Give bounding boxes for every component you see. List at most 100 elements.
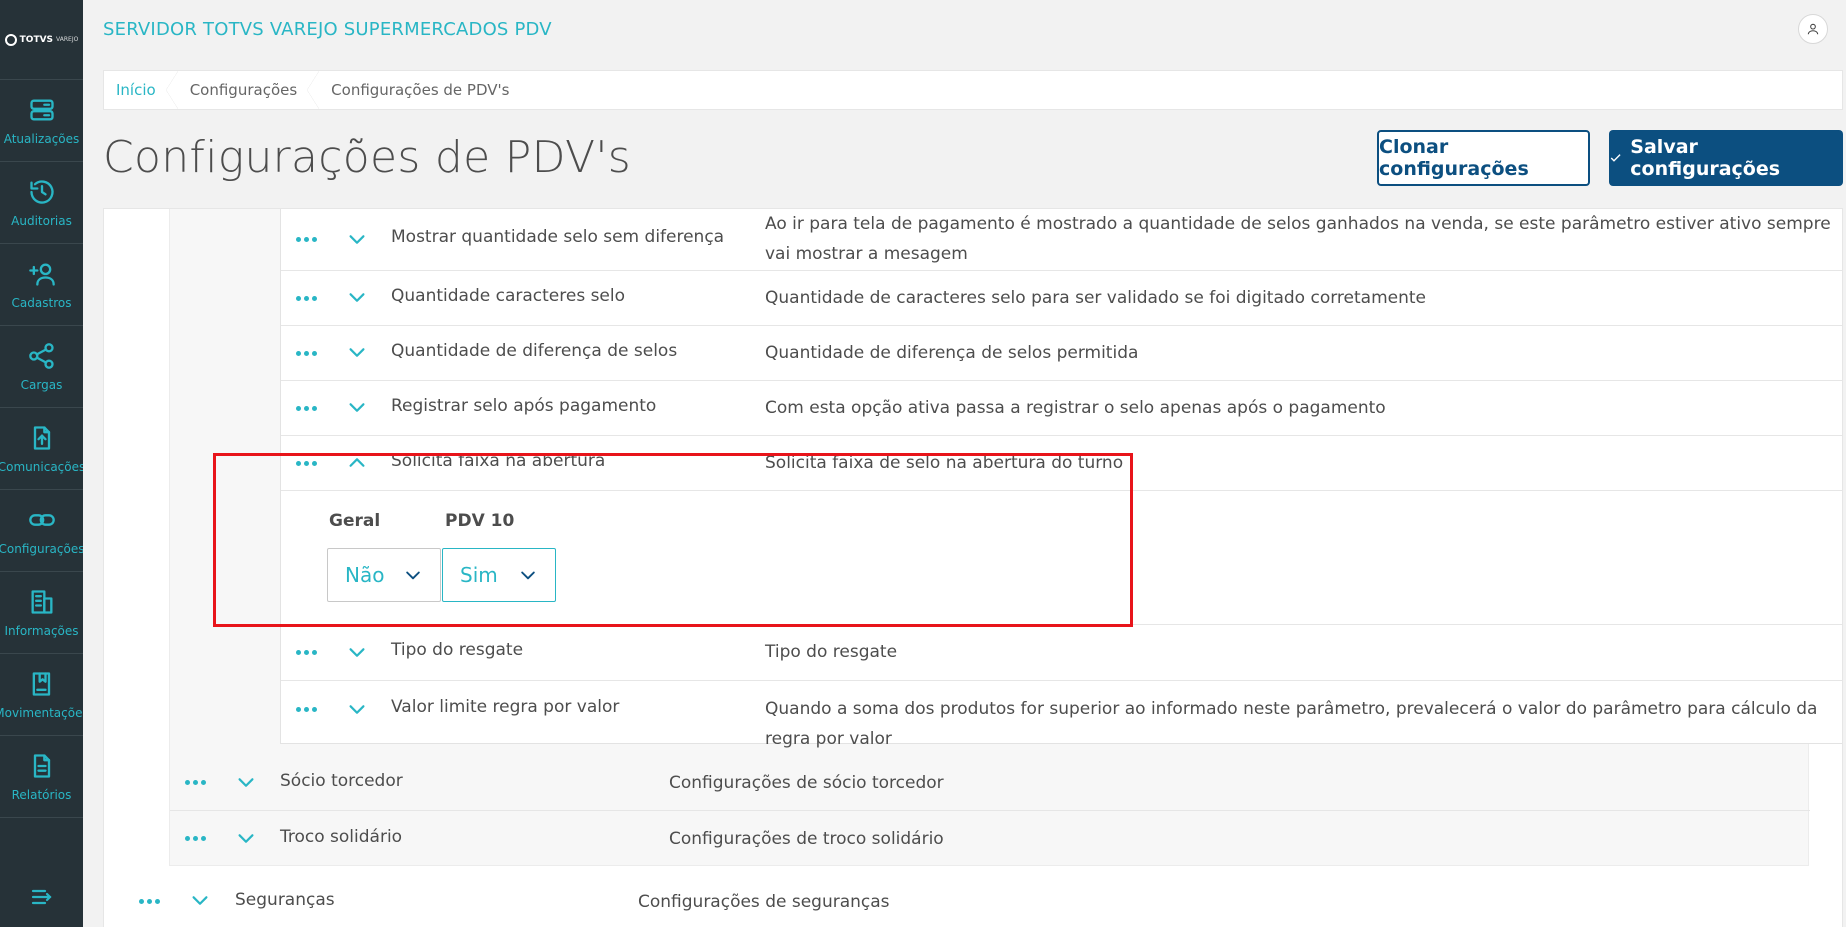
user-icon	[1807, 23, 1819, 35]
save-config-label: Salvar configurações	[1630, 136, 1781, 180]
user-profile-button[interactable]	[1798, 14, 1828, 44]
chevron-down-icon	[349, 234, 365, 244]
sidebar-item-label: Cadastros	[11, 295, 72, 310]
sidebar-item-label: Relatórios	[11, 787, 72, 802]
sidebar: TOTVS VAREJO Atualizações Auditorias Cad…	[0, 0, 83, 927]
chevron-down-icon	[349, 704, 365, 714]
expand-chevron-button[interactable]	[235, 772, 257, 794]
row-menu-button[interactable]	[185, 836, 209, 841]
param-description: Quantidade de caracteres selo para ser v…	[765, 288, 1426, 308]
row-menu-button[interactable]	[139, 898, 163, 904]
history-icon	[29, 179, 54, 204]
param-name: Registrar selo após pagamento	[391, 396, 657, 416]
sidebar-item-movimentacoes[interactable]: Movimentações	[0, 654, 83, 736]
collapse-menu-button[interactable]	[0, 867, 83, 927]
sidebar-item-label: Configurações	[0, 541, 83, 556]
group-row-troco-solidario: Troco solidário Configurações de troco s…	[170, 811, 1810, 866]
geral-label: Geral	[329, 511, 381, 531]
check-icon	[1610, 154, 1621, 162]
pdv-label: PDV 10	[445, 511, 515, 531]
expand-chevron-button[interactable]	[346, 699, 368, 721]
param-name: Solicita faixa na abertura	[391, 451, 606, 471]
expand-chevron-button[interactable]	[189, 890, 211, 912]
logo-icon	[4, 33, 17, 46]
book-icon	[32, 671, 50, 696]
table-row: Valor limite regra por valor Quando a so…	[281, 681, 1842, 749]
expand-chevron-button[interactable]	[346, 342, 368, 364]
sidebar-item-label: Comunicações	[0, 459, 83, 474]
sidebar-item-auditorias[interactable]: Auditorias	[0, 162, 83, 244]
breadcrumb-current: Configurações de PDV's	[331, 81, 510, 99]
share-icon	[28, 342, 54, 369]
expand-chevron-button[interactable]	[235, 828, 257, 850]
expand-chevron-button[interactable]	[346, 397, 368, 419]
param-name: Valor limite regra por valor	[391, 697, 620, 717]
expand-chevron-button[interactable]	[346, 642, 368, 664]
group-level-2: Mostrar quantidade selo sem diferença Ao…	[169, 209, 1842, 866]
sidebar-item-informacoes[interactable]: Informações	[0, 572, 83, 654]
row-menu-button[interactable]	[296, 650, 320, 655]
group-description: Configurações de seguranças	[638, 892, 890, 912]
building-icon	[31, 589, 52, 614]
chevron-up-icon	[349, 458, 365, 467]
param-name: Tipo do resgate	[391, 640, 524, 660]
sidebar-item-label: Movimentações	[0, 705, 83, 720]
pdv-value-select[interactable]: Sim	[442, 548, 556, 602]
upload-file-icon	[33, 425, 50, 450]
expand-chevron-button[interactable]	[346, 229, 368, 251]
chevron-down-icon	[406, 571, 420, 580]
row-menu-button[interactable]	[296, 405, 320, 411]
save-config-button[interactable]: Salvar configurações	[1609, 130, 1843, 186]
breadcrumb: Início Configurações Configurações de PD…	[103, 70, 1843, 110]
row-menu-button[interactable]	[296, 460, 320, 466]
group-description: Configurações de troco solidário	[669, 829, 944, 849]
param-name: Quantidade caracteres selo	[391, 286, 626, 306]
row-menu-button[interactable]	[296, 707, 320, 712]
sidebar-item-comunicacoes[interactable]: Comunicações	[0, 408, 83, 490]
group-row-segurancas: Seguranças Configurações de seguranças	[104, 874, 1842, 927]
row-menu-button[interactable]	[185, 780, 209, 785]
sidebar-item-label: Auditorias	[11, 213, 72, 228]
clone-config-button[interactable]: Clonar configurações	[1377, 130, 1590, 186]
group-name: Sócio torcedor	[280, 771, 403, 791]
config-tree: Mostrar quantidade selo sem diferença Ao…	[103, 208, 1843, 927]
param-description: Solicita faixa de selo na abertura do tu…	[765, 453, 1124, 473]
param-description: Tipo do resgate	[765, 642, 898, 662]
sidebar-item-cadastros[interactable]: Cadastros	[0, 244, 83, 326]
group-name: Seguranças	[235, 890, 335, 910]
document-icon	[33, 753, 50, 778]
menu-collapse-icon	[31, 889, 52, 905]
chevron-down-icon	[349, 348, 365, 357]
sidebar-item-relatorios[interactable]: Relatórios	[0, 736, 83, 818]
sidebar-item-configuracoes[interactable]: Configurações	[0, 490, 83, 572]
breadcrumb-inicio[interactable]: Início	[104, 71, 178, 109]
server-icon	[29, 99, 54, 120]
collapse-chevron-button[interactable]	[346, 452, 368, 474]
param-description: Com esta opção ativa passa a registrar o…	[765, 398, 1386, 418]
sidebar-item-atualizacoes[interactable]: Atualizações	[0, 80, 83, 162]
row-menu-button[interactable]	[296, 295, 320, 301]
param-name: Mostrar quantidade selo sem diferença	[391, 227, 725, 247]
table-row: Quantidade de diferença de selos Quantid…	[281, 326, 1842, 381]
geral-value-select[interactable]: Não	[327, 548, 441, 602]
param-description: Quantidade de diferença de selos permiti…	[765, 343, 1139, 363]
pdv-value: Sim	[460, 563, 498, 587]
table-row: Registrar selo após pagamento Com esta o…	[281, 381, 1842, 436]
param-values-panel: Geral PDV 10 Não Sim	[281, 491, 1842, 625]
sidebar-item-label: Informações	[4, 623, 79, 638]
chevron-down-icon	[349, 293, 365, 302]
chevron-down-icon	[349, 647, 365, 657]
breadcrumb-configuracoes[interactable]: Configurações	[178, 71, 320, 109]
row-menu-button[interactable]	[296, 237, 320, 242]
chevron-down-icon	[238, 833, 254, 843]
row-menu-button[interactable]	[296, 350, 320, 356]
sidebar-item-cargas[interactable]: Cargas	[0, 326, 83, 408]
chevron-down-icon	[238, 777, 254, 787]
app-title: SERVIDOR TOTVS VAREJO SUPERMERCADOS PDV	[103, 19, 552, 40]
group-name: Troco solidário	[280, 827, 403, 847]
expand-chevron-button[interactable]	[346, 287, 368, 309]
chevron-down-icon	[192, 896, 208, 905]
param-name: Quantidade de diferença de selos	[391, 341, 678, 361]
logo-text: TOTVS	[19, 34, 54, 45]
table-row: Tipo do resgate Tipo do resgate	[281, 625, 1842, 681]
